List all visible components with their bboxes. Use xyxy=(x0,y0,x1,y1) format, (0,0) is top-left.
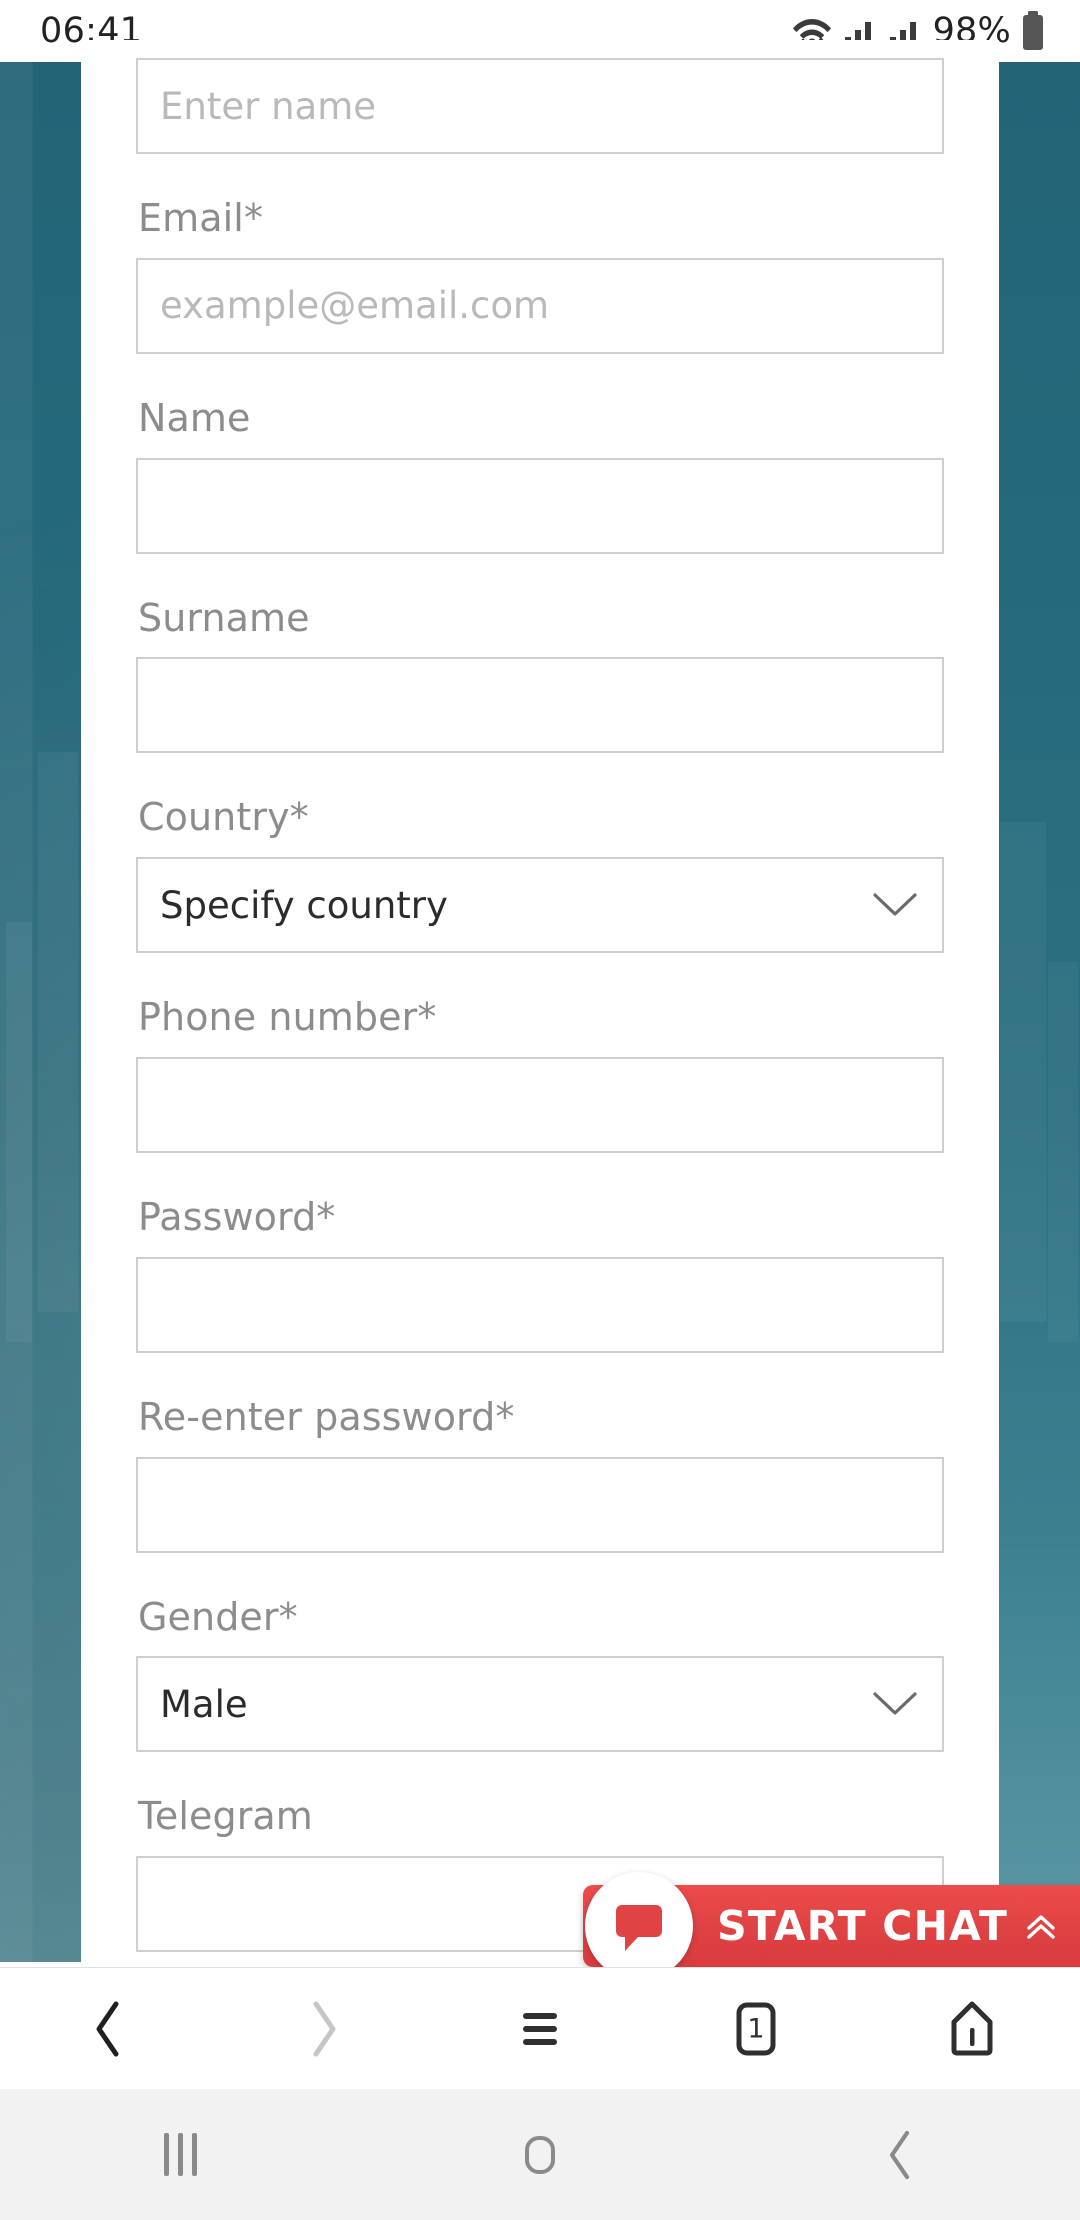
browser-back-button[interactable] xyxy=(0,1968,216,2090)
form-field-first-name: Name xyxy=(136,395,944,554)
browser-home-button[interactable] xyxy=(864,1968,1080,2090)
country-select-value: Specify country xyxy=(160,883,448,927)
system-home-button[interactable] xyxy=(360,2129,720,2181)
country-label: Country* xyxy=(138,795,309,840)
form-field-re-enter-password: Re-enter password* xyxy=(136,1394,944,1553)
registration-form-card: Enter name Email* example@email.com Name… xyxy=(81,40,999,1967)
gender-select-value: Male xyxy=(160,1682,248,1726)
email-placeholder: example@email.com xyxy=(160,284,550,328)
telegram-label: Telegram xyxy=(138,1794,313,1839)
chevron-left-icon xyxy=(96,2001,119,2056)
chevron-left-icon xyxy=(889,2130,910,2179)
country-select[interactable]: Specify country xyxy=(136,857,944,954)
chat-bubble-button[interactable] xyxy=(585,1872,693,1980)
browser-tabs-button[interactable]: 1 xyxy=(648,1968,864,2090)
chevron-down-icon xyxy=(873,1692,917,1715)
background-building xyxy=(38,752,78,1312)
email-input[interactable]: example@email.com xyxy=(136,257,944,354)
background-building xyxy=(6,922,32,1342)
phone-number-label: Phone number* xyxy=(138,995,437,1040)
start-chat-label: START CHAT xyxy=(717,1902,1008,1950)
form-field-name-top: Enter name xyxy=(136,58,944,154)
form-field-gender: Gender* Male xyxy=(136,1594,944,1753)
tab-count-label: 1 xyxy=(747,2013,765,2044)
surname-label: Surname xyxy=(138,595,310,640)
first-name-label: Name xyxy=(138,395,251,440)
gender-label: Gender* xyxy=(138,1594,298,1639)
phone-screen: 06:41 98% Enter name Email* example@emai… xyxy=(0,0,1080,2220)
hamburger-icon xyxy=(523,2012,557,2045)
form-field-surname: Surname xyxy=(136,595,944,754)
password-label: Password* xyxy=(138,1194,336,1239)
first-name-input[interactable] xyxy=(136,457,944,554)
phone-number-input[interactable] xyxy=(136,1056,944,1153)
password-input[interactable] xyxy=(136,1256,944,1353)
browser-menu-button[interactable] xyxy=(432,1968,648,2090)
system-navigation-bar xyxy=(0,2089,1080,2220)
name-top-placeholder: Enter name xyxy=(160,84,377,128)
battery-icon xyxy=(1023,11,1043,50)
gender-select[interactable]: Male xyxy=(136,1656,944,1753)
surname-input[interactable] xyxy=(136,657,944,754)
form-field-country: Country* Specify country xyxy=(136,795,944,954)
form-fields-container: Enter name Email* example@email.com Name… xyxy=(81,40,999,1967)
browser-forward-button[interactable] xyxy=(216,1968,432,2090)
system-back-button[interactable] xyxy=(720,2127,1080,2183)
form-field-phone-number: Phone number* xyxy=(136,995,944,1153)
background-building xyxy=(1000,822,1046,1322)
name-top-input[interactable]: Enter name xyxy=(136,58,944,154)
form-field-email: Email* example@email.com xyxy=(136,196,944,354)
system-recents-button[interactable] xyxy=(0,2133,360,2176)
recents-icon xyxy=(163,2133,197,2176)
email-label: Email* xyxy=(138,196,264,240)
background-building xyxy=(1048,962,1078,1342)
browser-toolbar: 1 xyxy=(0,1967,1080,2089)
re-enter-password-label: Re-enter password* xyxy=(138,1394,515,1439)
chevron-right-icon xyxy=(313,2001,336,2056)
home-icon xyxy=(951,2001,993,2055)
chevron-down-icon xyxy=(873,893,917,916)
home-circle-icon xyxy=(525,2135,555,2174)
chevron-up-double-icon[interactable] xyxy=(1022,1907,1060,1945)
form-field-password: Password* xyxy=(136,1194,944,1353)
chat-bubble-icon xyxy=(616,1905,662,1951)
re-enter-password-input[interactable] xyxy=(136,1456,944,1553)
